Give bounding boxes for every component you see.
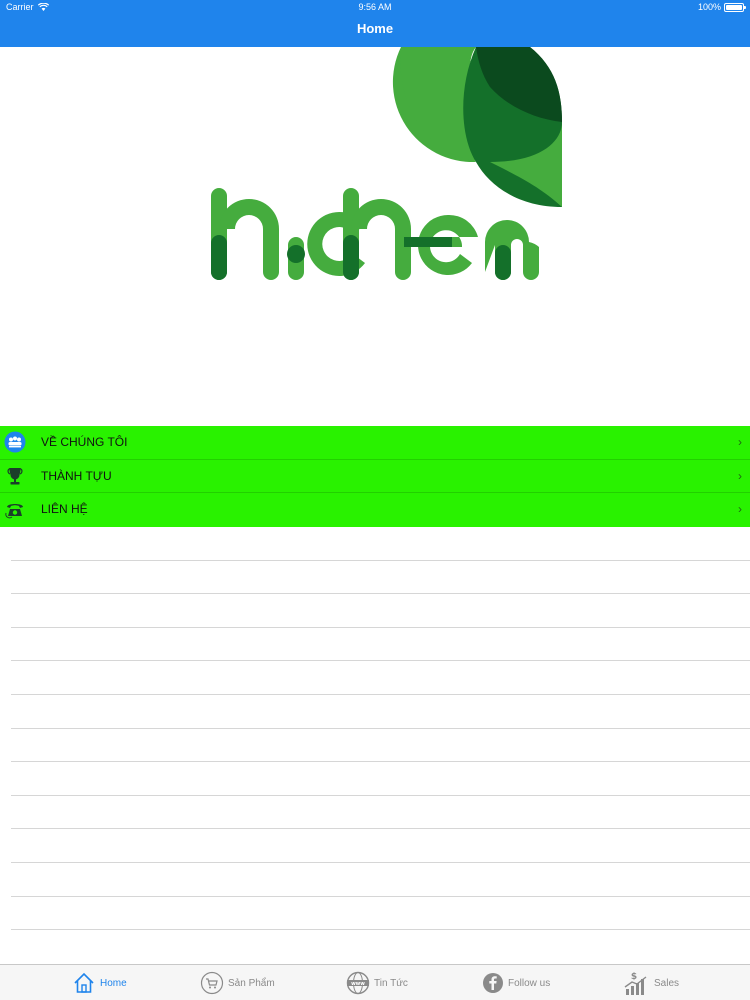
- svg-text:$: $: [631, 972, 637, 982]
- cart-icon: [200, 971, 224, 995]
- menu-item-label: THÀNH TỰU: [41, 468, 112, 483]
- www-globe-icon: www: [346, 971, 370, 995]
- telephone-icon: [5, 504, 23, 519]
- status-bar: Carrier 9:56 AM 100%: [0, 0, 750, 16]
- empty-row: [11, 661, 750, 695]
- tab-label: Tin Tức: [374, 977, 408, 989]
- empty-row: [11, 897, 750, 931]
- chevron-right-icon: ›: [738, 435, 742, 449]
- chevron-right-icon: ›: [738, 468, 742, 483]
- empty-row: [11, 729, 750, 763]
- tab-sales[interactable]: $ Sales: [624, 969, 679, 997]
- empty-list-area: [0, 527, 750, 931]
- home-icon: [74, 972, 94, 993]
- menu-item-about-us[interactable]: VỀ CHÚNG TÔI ›: [0, 426, 750, 460]
- empty-row: [11, 628, 750, 662]
- empty-row: [11, 695, 750, 729]
- chevron-right-icon: ›: [738, 502, 742, 517]
- hichem-logo: [190, 47, 580, 287]
- empty-row: [11, 561, 750, 595]
- battery-icon: [724, 2, 746, 12]
- tab-label: Follow us: [508, 977, 551, 989]
- tab-follow-us[interactable]: Follow us: [482, 969, 550, 997]
- tab-label: Sản Phẩm: [228, 977, 275, 989]
- menu-item-label: LIÊN HỆ: [41, 502, 88, 517]
- sales-chart-icon: $: [624, 972, 647, 995]
- battery-indicator: 100%: [697, 2, 746, 12]
- empty-row: [11, 796, 750, 830]
- team-icon: [4, 431, 26, 453]
- empty-row: [11, 863, 750, 897]
- menu-item-contact[interactable]: LIÊN HỆ ›: [0, 493, 750, 527]
- status-time: 9:56 AM: [358, 2, 392, 12]
- page-title: Home: [356, 21, 394, 36]
- menu-list: VỀ CHÚNG TÔI › THÀNH TỰU › LIÊN HỆ ›: [0, 426, 750, 527]
- empty-row: [11, 762, 750, 796]
- navigation-bar: Carrier 9:56 AM 100% Home: [0, 0, 750, 47]
- menu-item-label: VỀ CHÚNG TÔI: [41, 435, 128, 449]
- empty-row: [11, 527, 750, 561]
- menu-item-achievements[interactable]: THÀNH TỰU ›: [0, 459, 750, 494]
- battery-percent: 100%: [697, 2, 721, 12]
- tab-home[interactable]: Home: [72, 969, 127, 997]
- empty-row: [11, 594, 750, 628]
- svg-text:www: www: [351, 981, 365, 987]
- tab-bar: Home Sản Phẩm www Tin Tức Follow us $ Sa…: [0, 964, 750, 1000]
- tab-label: Home: [100, 977, 127, 989]
- empty-row: [11, 829, 750, 863]
- tab-news[interactable]: www Tin Tức: [346, 969, 408, 997]
- tab-products[interactable]: Sản Phẩm: [200, 969, 275, 997]
- facebook-icon: [483, 973, 503, 993]
- trophy-icon: [7, 467, 23, 485]
- tab-label: Sales: [654, 977, 680, 989]
